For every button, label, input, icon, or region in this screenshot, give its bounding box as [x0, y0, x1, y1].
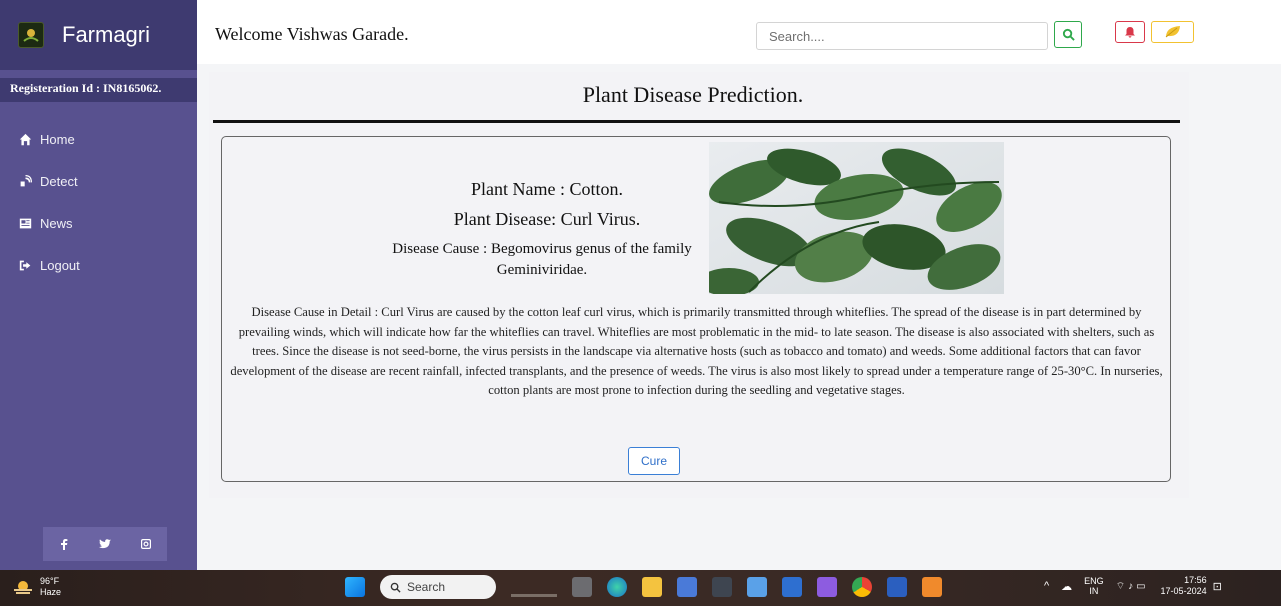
sidebar-item-home[interactable]: Home: [18, 118, 80, 160]
social-links: [43, 527, 167, 561]
time: 17:56: [1184, 575, 1207, 585]
welcome-text: Welcome Vishwas Garade.: [215, 24, 409, 44]
copilot-icon[interactable]: [817, 577, 837, 597]
home-icon: [18, 132, 32, 146]
weather-button[interactable]: [1151, 21, 1194, 43]
facebook-icon[interactable]: [58, 538, 70, 550]
chevron-up-icon[interactable]: ^: [1044, 580, 1049, 592]
taskbar-search-label: Search: [407, 580, 446, 594]
weather-condition: Haze: [40, 587, 62, 597]
disease-detail: Disease Cause in Detail : Curl Virus are…: [230, 305, 1163, 397]
media-icon[interactable]: [782, 577, 802, 597]
lang-top: ENG: [1084, 576, 1104, 586]
date: 17-05-2024: [1160, 586, 1207, 596]
plant-name: Plant Name : Cotton.: [471, 179, 623, 199]
temperature: 96°F: [40, 576, 60, 586]
detect-icon: [18, 174, 32, 188]
search-icon: [390, 582, 401, 593]
search-input[interactable]: [756, 22, 1048, 50]
sidebar-item-detect[interactable]: Detect: [18, 160, 80, 202]
sidebar-item-label: News: [40, 215, 73, 231]
store-icon[interactable]: [677, 577, 697, 597]
bird-widget-icon[interactable]: [511, 577, 557, 597]
newspaper-icon: [18, 216, 32, 230]
sidebar-item-logout[interactable]: Logout: [18, 244, 80, 286]
xampp-icon[interactable]: [922, 577, 942, 597]
file-explorer-icon[interactable]: [642, 577, 662, 597]
sidebar-item-news[interactable]: News: [18, 202, 80, 244]
bell-icon: [1125, 27, 1135, 38]
wifi-volume-battery-icon[interactable]: ⌔♪▭: [1116, 580, 1149, 593]
plant-disease: Plant Disease: Curl Virus.: [453, 209, 641, 229]
language-indicator[interactable]: ENG IN: [1084, 576, 1104, 596]
system-tray: ^ ☁ ENG IN ⌔♪▭ 17:56 17-05-2024 ⊡: [1044, 575, 1222, 597]
task-view-icon[interactable]: [572, 577, 592, 597]
registration-id: Registeration Id : IN8165062.: [0, 78, 197, 102]
search-icon: [1062, 28, 1075, 41]
notification-icon[interactable]: ⊡: [1213, 580, 1222, 593]
chrome-icon[interactable]: [852, 577, 872, 597]
title-divider: [213, 120, 1180, 123]
twitter-icon[interactable]: [98, 538, 111, 550]
clock[interactable]: 17:56 17-05-2024: [1161, 575, 1207, 597]
leaf-icon: [1165, 26, 1180, 38]
disease-cause: Disease Cause : Begomovirus genus of the…: [392, 241, 692, 278]
taskbar-search[interactable]: Search: [380, 575, 496, 599]
sidebar-item-label: Detect: [40, 173, 78, 189]
main-panel: Plant Disease Prediction. Plant Name : C…: [209, 72, 1189, 498]
notifications-button[interactable]: [1115, 21, 1145, 43]
notepad-icon[interactable]: [747, 577, 767, 597]
page-title: Plant Disease Prediction.: [582, 82, 804, 107]
logout-icon: [18, 258, 32, 272]
brand-name: Farmagri: [62, 22, 151, 47]
taskbar-weather[interactable]: 96°F Haze: [12, 576, 61, 598]
plant-image: [709, 142, 1004, 294]
taskbar-apps: Search: [345, 575, 957, 599]
cloud-icon[interactable]: ☁: [1061, 580, 1072, 593]
taskbar: 96°F Haze Search ^ ☁ ENG IN ⌔♪▭ 17:56 17…: [0, 570, 1281, 606]
lang-bottom: IN: [1089, 586, 1099, 596]
haze-icon: [14, 581, 32, 594]
sidebar-item-label: Home: [40, 131, 75, 147]
brand[interactable]: Farmagri: [0, 0, 197, 70]
sidebar-nav: Home Detect News Logout: [18, 118, 80, 286]
windows-start-icon[interactable]: [345, 577, 365, 597]
sidebar-item-label: Logout: [40, 257, 80, 273]
cure-button[interactable]: Cure: [628, 447, 680, 475]
edge-icon[interactable]: [607, 577, 627, 597]
prediction-card: Plant Name : Cotton. Plant Disease: Curl…: [221, 136, 1171, 482]
instagram-icon[interactable]: [140, 538, 152, 550]
word-icon[interactable]: [887, 577, 907, 597]
terminal-icon[interactable]: [712, 577, 732, 597]
search-button[interactable]: [1054, 21, 1082, 48]
sidebar: Farmagri Registeration Id : IN8165062. H…: [0, 0, 197, 570]
farmagri-logo-icon: [18, 22, 44, 48]
header: Welcome Vishwas Garade.: [197, 0, 1281, 64]
